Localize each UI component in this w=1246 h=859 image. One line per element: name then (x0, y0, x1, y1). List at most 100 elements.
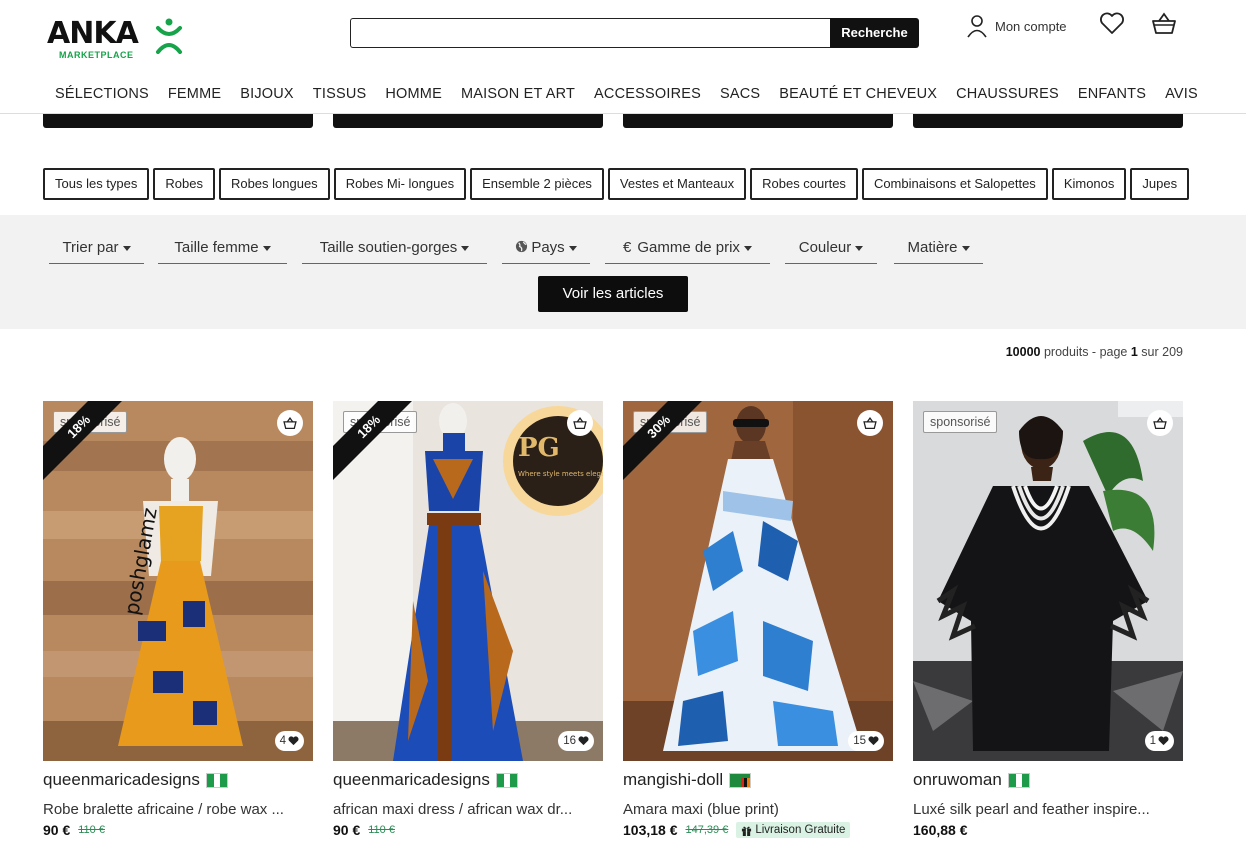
size-label: Taille femme (174, 239, 259, 256)
likes-count[interactable]: 4 (274, 731, 304, 751)
nav-item-homme[interactable]: HOMME (385, 86, 442, 102)
product-card[interactable]: PG Where style meets elegance sponsorisé… (333, 401, 603, 859)
basket-icon[interactable] (1151, 12, 1177, 36)
product-card[interactable]: sponsorisé 1 onruwoman Luxé silk pearl a… (913, 401, 1183, 859)
sort-dropdown[interactable]: Trier par (49, 239, 144, 264)
price: 90 € (333, 822, 361, 838)
seller-name[interactable]: mangishi-doll (623, 770, 752, 790)
product-title[interactable]: Robe bralette africaine / robe wax ... (43, 801, 313, 818)
color-dropdown[interactable]: Couleur (785, 239, 877, 264)
results-label: produits - page (1043, 345, 1128, 359)
bra-size-label: Taille soutien-gorges (319, 239, 458, 256)
seller-name[interactable]: onruwoman (913, 770, 1030, 790)
nav-item-enfants[interactable]: ENFANTS (1078, 86, 1146, 102)
likes-value: 1 (1149, 735, 1156, 747)
nav-item-accessoires[interactable]: ACCESSOIRES (594, 86, 701, 102)
nav-item-beaute[interactable]: BEAUTÉ ET CHEVEUX (779, 86, 937, 102)
heart-icon (578, 736, 589, 746)
price-row: 90 € 110 € (43, 822, 105, 838)
nav-item-tissus[interactable]: TISSUS (313, 86, 367, 102)
product-image[interactable]: poshglamz sponsorisé 18% 4 (43, 401, 313, 761)
category-button[interactable] (43, 114, 313, 128)
logo-mark-icon (156, 18, 182, 54)
chip-robes[interactable]: Robes (153, 168, 215, 200)
color-label: Couleur (798, 239, 852, 256)
sort-label: Trier par (62, 239, 119, 256)
euro-icon: € (623, 239, 632, 256)
product-title[interactable]: Amara maxi (blue print) (623, 801, 893, 818)
logo-subtitle: MARKETPLACE (59, 50, 134, 60)
chip-robes-mi-longues[interactable]: Robes Mi- longues (333, 168, 467, 200)
nav-item-femme[interactable]: FEMME (168, 86, 221, 102)
add-to-cart-button[interactable] (277, 410, 303, 436)
user-icon (967, 15, 987, 38)
globe-icon (516, 240, 528, 253)
old-price: 110 € (78, 824, 105, 836)
discount-ribbon: 30% (623, 401, 703, 481)
nav-item-avis[interactable]: AVIS (1165, 86, 1198, 102)
results-pages: sur 209 (1141, 345, 1183, 359)
likes-count[interactable]: 16 (558, 731, 594, 751)
search-input[interactable] (350, 18, 830, 48)
add-to-cart-button[interactable] (567, 410, 593, 436)
zambia-flag-icon (729, 772, 752, 788)
seller-name[interactable]: queenmaricadesigns (333, 770, 518, 790)
sponsored-badge: sponsorisé (923, 411, 998, 433)
likes-count[interactable]: 1 (1144, 731, 1174, 751)
nav-item-chaussures[interactable]: CHAUSSURES (956, 86, 1059, 102)
seller-label: queenmaricadesigns (43, 770, 200, 789)
basket-icon (573, 416, 587, 429)
logo-wordmark: ANKA (47, 16, 139, 51)
heart-icon (1158, 736, 1169, 746)
chip-robes-longues[interactable]: Robes longues (218, 168, 330, 200)
logo[interactable]: ANKA MARKETPLACE (47, 14, 187, 62)
discount-label: 30% (623, 401, 703, 481)
basket-icon (283, 416, 297, 429)
product-card[interactable]: poshglamz sponsorisé 18% 4 queenmaricade… (43, 401, 313, 859)
nigeria-flag-icon (495, 772, 518, 788)
free-shipping-label: Livraison Gratuite (755, 824, 846, 836)
nav-item-bijoux[interactable]: BIJOUX (240, 86, 294, 102)
nav-item-selections[interactable]: SÉLECTIONS (55, 86, 149, 102)
add-to-cart-button[interactable] (857, 410, 883, 436)
nigeria-flag-icon (205, 772, 228, 788)
product-title[interactable]: Luxé silk pearl and feather inspire... (913, 801, 1183, 818)
nav-item-maison-et-art[interactable]: MAISON ET ART (461, 86, 575, 102)
discount-label: 18% (333, 401, 413, 481)
size-dropdown[interactable]: Taille femme (158, 239, 287, 264)
category-button[interactable] (913, 114, 1183, 128)
chip-vestes-manteaux[interactable]: Vestes et Manteaux (607, 168, 747, 200)
material-dropdown[interactable]: Matière (894, 239, 983, 264)
product-image[interactable]: sponsorisé 30% 15 (623, 401, 893, 761)
bra-size-dropdown[interactable]: Taille soutien-gorges (302, 239, 487, 264)
chip-all-types[interactable]: Tous les types (43, 168, 150, 200)
basket-icon (1153, 416, 1167, 429)
chip-ensemble-2-pieces[interactable]: Ensemble 2 pièces (470, 168, 604, 200)
chip-kimonos[interactable]: Kimonos (1051, 168, 1127, 200)
category-button[interactable] (623, 114, 893, 128)
chip-combinaisons[interactable]: Combinaisons et Salopettes (861, 168, 1048, 200)
heart-icon (868, 736, 879, 746)
product-image[interactable]: PG Where style meets elegance sponsorisé… (333, 401, 603, 761)
price-range-dropdown[interactable]: € Gamme de prix (605, 239, 770, 264)
chip-jupes[interactable]: Jupes (1130, 168, 1190, 200)
search-bar: Recherche (350, 18, 919, 48)
search-button[interactable]: Recherche (830, 18, 919, 48)
material-label: Matière (907, 239, 958, 256)
heart-icon[interactable] (1099, 12, 1125, 36)
product-card[interactable]: sponsorisé 30% 15 mangishi-doll Amara ma… (623, 401, 893, 859)
product-photo (913, 401, 1183, 761)
seller-name[interactable]: queenmaricadesigns (43, 770, 228, 790)
likes-count[interactable]: 15 (848, 731, 884, 751)
show-items-button[interactable]: Voir les articles (538, 276, 688, 312)
add-to-cart-button[interactable] (1147, 410, 1173, 436)
product-title[interactable]: african maxi dress / african wax dr... (333, 801, 603, 818)
nav-item-sacs[interactable]: SACS (720, 86, 760, 102)
caret-down-icon (262, 245, 271, 251)
product-image[interactable]: sponsorisé 1 (913, 401, 1183, 761)
chip-robes-courtes[interactable]: Robes courtes (750, 168, 858, 200)
country-dropdown[interactable]: Pays (502, 239, 590, 264)
svg-text:PG: PG (518, 433, 560, 463)
account-link[interactable]: Mon compte (967, 12, 1067, 40)
category-button[interactable] (333, 114, 603, 128)
